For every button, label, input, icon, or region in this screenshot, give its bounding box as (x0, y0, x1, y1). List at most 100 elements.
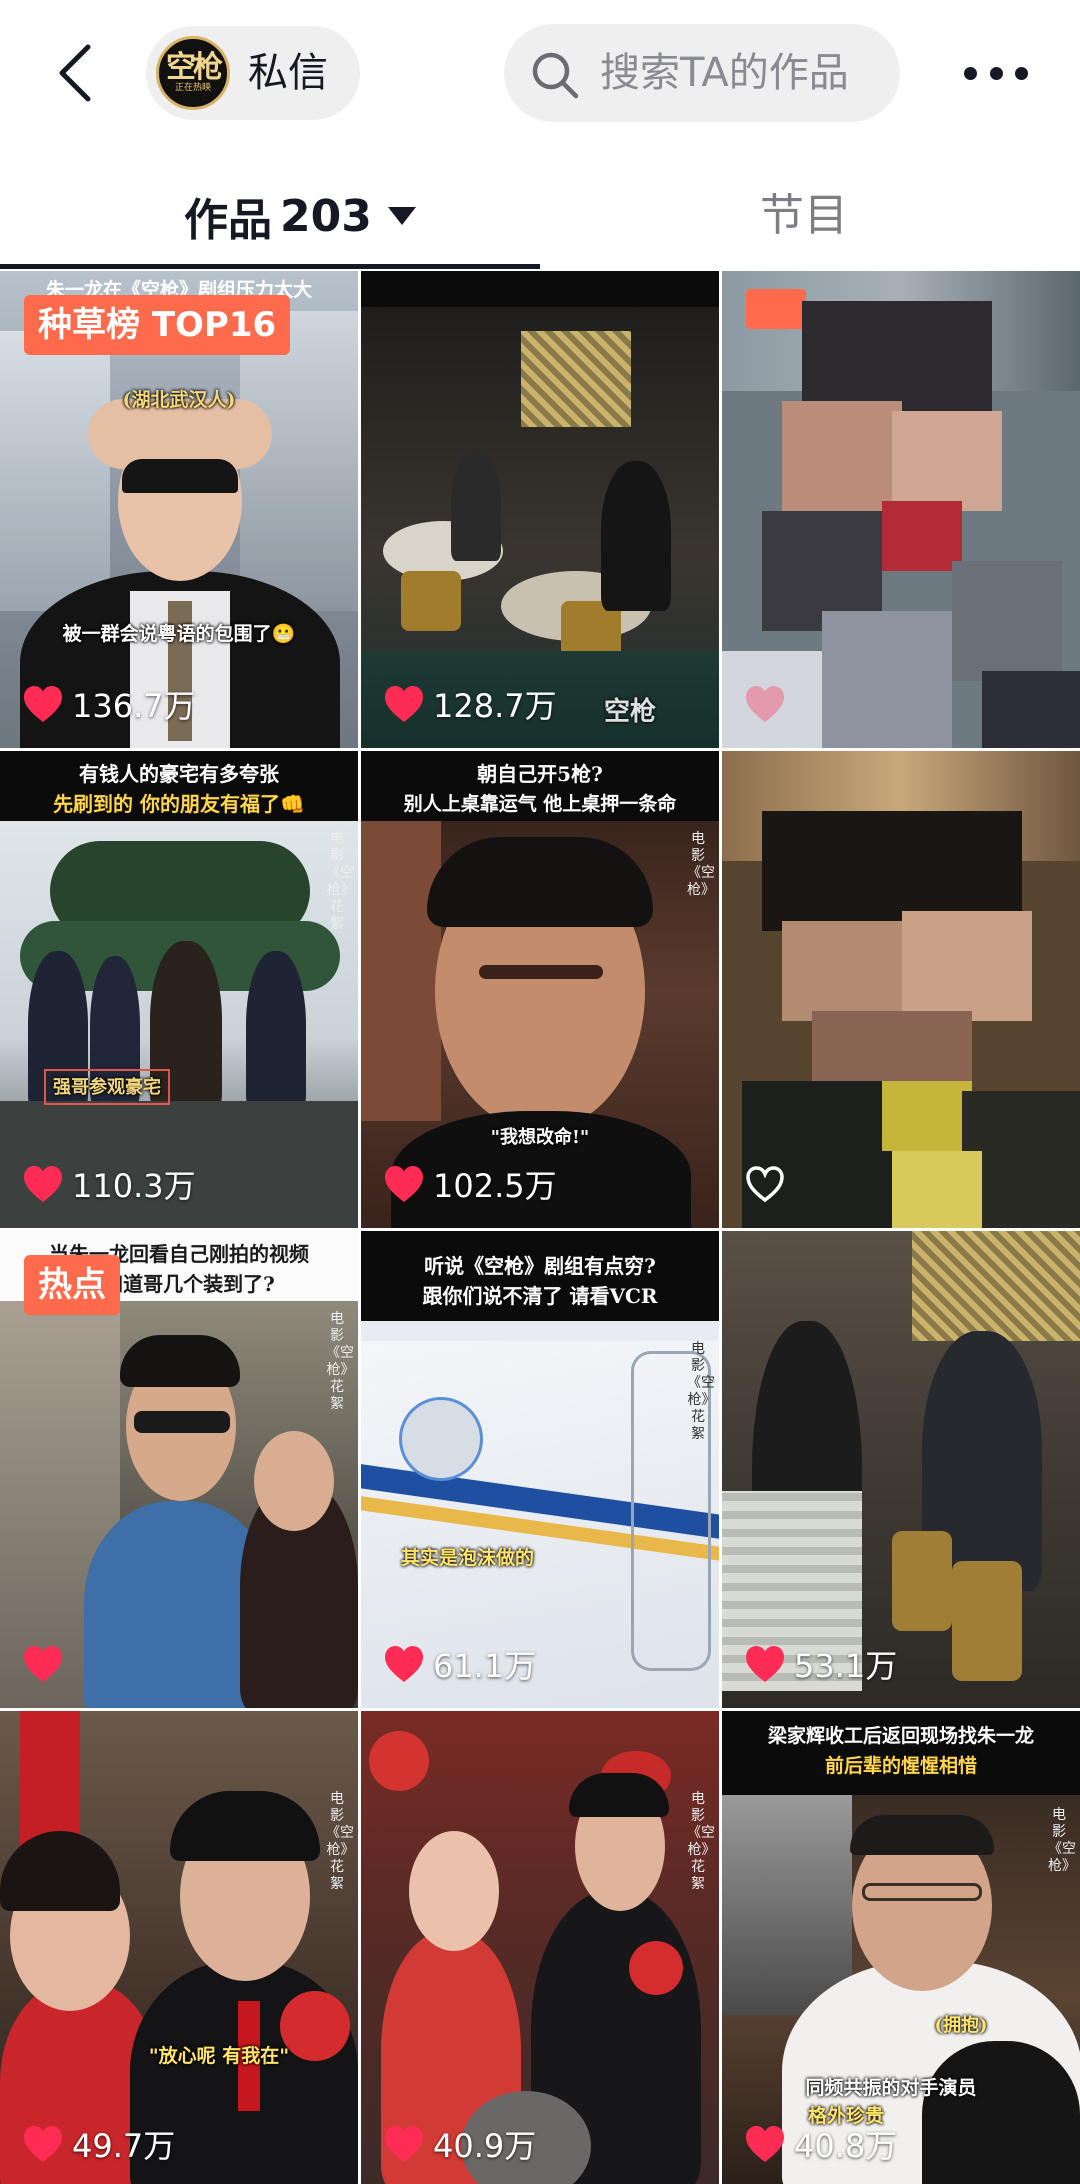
chair-shape (892, 1531, 952, 1631)
caption-line: 跟你们说不清了 请看VCR (422, 1284, 658, 1308)
stage-backdrop (912, 1231, 1080, 1341)
search-input[interactable] (600, 24, 890, 122)
side-watermark: 电影《空枪》花絮 (687, 1791, 715, 1892)
hair-shape (122, 459, 238, 493)
like-count: 61.1万 (433, 1647, 537, 1685)
mosaic-block (782, 921, 902, 1021)
side-watermark: 电影《空枪》花絮 (326, 831, 354, 932)
back-button[interactable] (44, 38, 104, 108)
hair-shape (569, 1773, 669, 1817)
caption-line: 听说《空枪》剧组有点穷? (424, 1254, 656, 1278)
avatar: 空枪 正在热映 (156, 36, 230, 110)
hair-shape (0, 1831, 120, 1911)
video-thumbnail[interactable]: 朝自己开5枪? 别人上桌靠运气 他上桌押一条命 电影《空枪》 "我想改命!" 1… (361, 751, 719, 1228)
heart-filled-icon (746, 1646, 784, 1682)
side-watermark: 电影《空枪》花絮 (687, 1341, 715, 1442)
video-caption: 梁家辉收工后返回现场找朱一龙 前后辈的惺惺相惜 (732, 1721, 1070, 1781)
like-count-group: 53.1万 (744, 1642, 897, 1686)
heart-filled-icon (746, 686, 784, 722)
profile-tabs: 作品 203 节目 (0, 150, 1080, 270)
heart-outline-icon (746, 1166, 784, 1203)
like-count-group: 61.1万 (383, 1642, 536, 1686)
video-thumbnail[interactable]: 梁家辉收工后返回现场找朱一龙 前后辈的惺惺相惜 电影《空枪》 (拥抱) 同频共振… (722, 1711, 1080, 2184)
video-thumbnail[interactable]: 朱一龙在《空枪》剧组压力太大 (湖北武汉人) 被一群会说粤语的包围了😬 种草榜 … (0, 271, 358, 748)
heart-filled-icon (385, 2126, 423, 2162)
head-shape (409, 1831, 499, 1951)
more-options-button[interactable] (964, 50, 1028, 96)
more-dot-icon (989, 66, 1003, 80)
video-overlay-text: 强哥参观豪宅 (44, 1069, 170, 1105)
like-count: 128.7万 (433, 687, 557, 725)
tab-works-label: 作品 (184, 195, 272, 246)
tab-active-indicator (0, 264, 540, 269)
like-count-group: 136.7万 (22, 682, 196, 726)
black-banner (361, 271, 719, 307)
mosaic-block (812, 1011, 972, 1091)
video-thumbnail[interactable]: 当朱一龙回看自己刚拍的视频 才知道哥几个装到了? 电影《空枪》花絮 热点 (0, 1231, 358, 1708)
avatar-logo-text: 空枪 (166, 50, 223, 85)
caption-line: 别人上桌靠运气 他上桌押一条命 (403, 793, 677, 815)
heart-filled-icon (746, 2126, 784, 2162)
avatar-logo-subtext: 正在热映 (174, 83, 211, 93)
direct-message-button[interactable]: 空枪 正在热映 私信 (146, 26, 360, 120)
hair-shape (850, 1815, 994, 1855)
mosaic-block (982, 671, 1080, 748)
video-overlay-text: 同频共振的对手演员 (805, 2077, 977, 2099)
video-thumbnail[interactable]: 听说《空枪》剧组有点穷? 跟你们说不清了 请看VCR 电影《空枪》花絮 其实是泡… (361, 1231, 719, 1708)
person-figure (246, 951, 306, 1111)
like-count-group (744, 682, 794, 726)
video-thumbnail[interactable]: 电影《空枪》花絮 "放心呢 有我在" 49.7万 (0, 1711, 358, 2184)
background-light (361, 821, 441, 1121)
mosaic-block (882, 501, 962, 571)
caption-line: 朝自己开5枪? (477, 762, 603, 786)
video-overlay-text: 被一群会说粤语的包围了😬 (62, 623, 296, 645)
side-watermark: 电影《空枪》 (687, 831, 715, 898)
side-watermark: 电影《空枪》花絮 (326, 1311, 354, 1412)
stage-backdrop (521, 331, 631, 427)
sunglasses-shape (134, 1411, 230, 1433)
tab-works-count: 203 (280, 190, 372, 242)
like-count-group: 128.7万 (383, 682, 557, 726)
video-thumbnail[interactable]: 有钱人的豪宅有多夸张 先刷到的 你的朋友有福了👊 电影《空枪》花絮 强哥参观豪宅… (0, 751, 358, 1228)
video-thumbnail[interactable] (722, 751, 1080, 1228)
mosaic-block (882, 1081, 972, 1151)
chair-shape (401, 571, 461, 631)
red-decoration (20, 1711, 80, 1851)
like-count-group: 110.3万 (22, 1162, 196, 1206)
caption-line: 有钱人的豪宅有多夸张 (79, 762, 279, 786)
heart-filled-icon (385, 1646, 423, 1682)
like-count: 102.5万 (433, 1167, 557, 1205)
like-count-group: 40.9万 (383, 2122, 536, 2166)
search-box[interactable] (504, 24, 900, 122)
back-arrow-icon (59, 44, 91, 102)
video-overlay-text: 其实是泡沫做的 (401, 1547, 535, 1569)
heart-filled-icon (385, 1166, 423, 1202)
person-figure (451, 451, 501, 561)
person-figure (601, 461, 671, 611)
video-thumbnail[interactable]: 53.1万 (722, 1231, 1080, 1708)
like-count-group: 102.5万 (383, 1162, 557, 1206)
red-flower (629, 1941, 683, 1995)
video-overlay-text: (湖北武汉人) (122, 389, 236, 411)
heart-filled-icon (385, 686, 423, 722)
chair-shape (952, 1561, 1022, 1681)
tab-program[interactable]: 节目 (760, 186, 848, 246)
like-count-group (744, 1162, 794, 1206)
direct-message-label: 私信 (248, 50, 328, 96)
like-count: 110.3万 (72, 1167, 196, 1205)
tab-works[interactable]: 作品 203 (184, 186, 416, 246)
like-count: 40.8万 (794, 2127, 898, 2165)
red-lantern (369, 1731, 429, 1791)
hair-shape (170, 1791, 320, 1861)
video-thumbnail[interactable] (722, 271, 1080, 748)
head-shape (254, 1431, 334, 1531)
video-thumbnail[interactable]: 电影《空枪》花絮 40.9万 (361, 1711, 719, 2184)
like-count-group: 40.8万 (744, 2122, 897, 2166)
more-dot-icon (1015, 66, 1028, 80)
video-thumbnail[interactable]: 空枪 128.7万 (361, 271, 719, 748)
like-count-group: 49.7万 (22, 2122, 175, 2166)
mosaic-block (746, 289, 806, 329)
hair-shape (120, 1335, 240, 1387)
caret-down-icon (387, 207, 416, 225)
hair-shape (427, 837, 653, 927)
